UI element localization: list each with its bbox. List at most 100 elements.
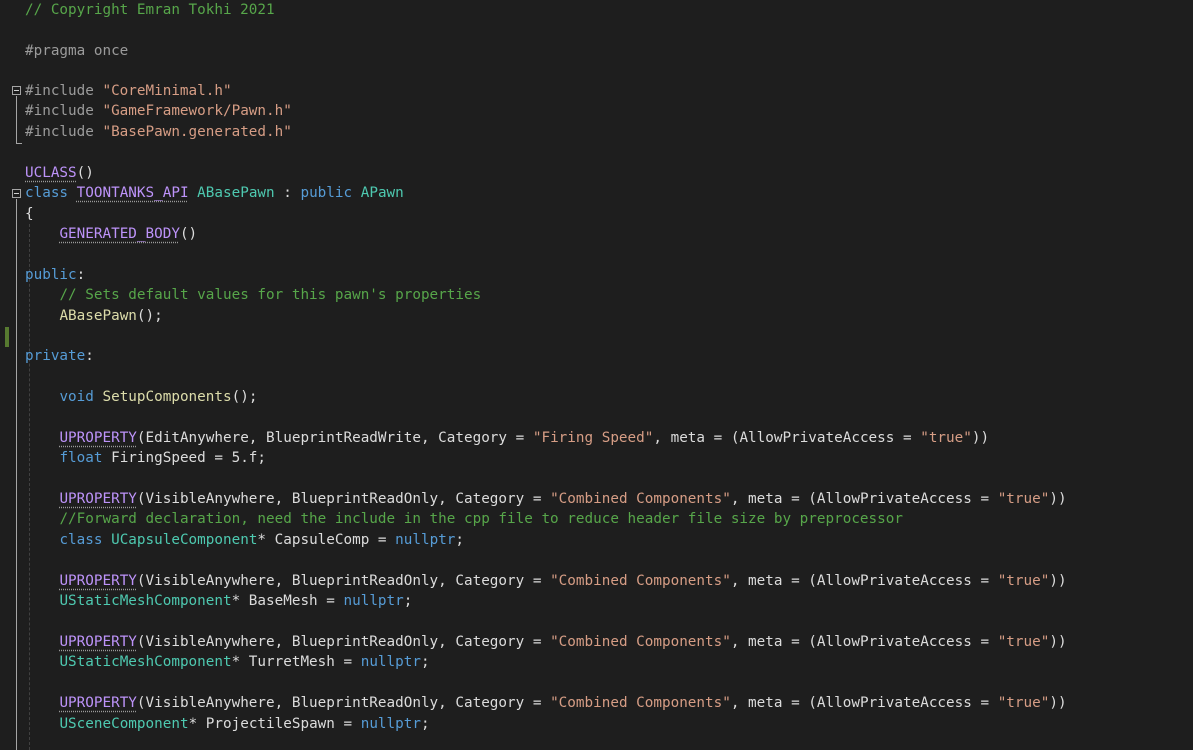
code-token: UStaticMeshComponent bbox=[59, 654, 232, 670]
code-editor[interactable]: // Copyright Emran Tokhi 2021 #pragma onc… bbox=[0, 0, 1193, 750]
code-token: UPROPERTY bbox=[59, 491, 137, 507]
code-token: () bbox=[179, 226, 198, 242]
code-token: )) bbox=[1049, 634, 1067, 650]
code-token: * BaseMesh = bbox=[231, 593, 344, 609]
code-token: )) bbox=[1049, 491, 1067, 507]
code-token: ABasePawn bbox=[59, 308, 137, 324]
code-line[interactable]: // Sets default values for this pawn's p… bbox=[25, 285, 481, 305]
code-token: private bbox=[25, 348, 86, 364]
code-token: #include bbox=[25, 103, 103, 119]
code-token: USceneComponent bbox=[59, 716, 189, 732]
code-line[interactable]: #include "GameFramework/Pawn.h" bbox=[25, 101, 292, 121]
code-line[interactable]: UStaticMeshComponent* TurretMesh = nullp… bbox=[25, 652, 430, 672]
code-token: void bbox=[59, 389, 94, 405]
code-token: * CapsuleComp = bbox=[257, 532, 396, 548]
code-token: (VisibleAnywhere, BlueprintReadOnly, Cat… bbox=[136, 573, 551, 589]
code-line[interactable]: public: bbox=[25, 265, 85, 285]
code-token: // Copyright Emran Tokhi 2021 bbox=[25, 2, 275, 18]
code-line[interactable]: UPROPERTY(VisibleAnywhere, BlueprintRead… bbox=[25, 489, 1067, 509]
code-line[interactable]: #include "CoreMinimal.h" bbox=[25, 81, 232, 101]
code-token: FiringSpeed = 5.f; bbox=[102, 450, 267, 466]
code-token: nullptr bbox=[360, 716, 421, 732]
code-line[interactable]: class TOONTANKS_API ABasePawn : public A… bbox=[25, 183, 404, 203]
code-token: public bbox=[25, 267, 77, 283]
collapse-class-icon[interactable] bbox=[12, 189, 21, 198]
code-token: UPROPERTY bbox=[59, 695, 137, 711]
code-token: , meta = (AllowPrivateAccess = bbox=[730, 491, 998, 507]
code-token: { bbox=[25, 206, 34, 222]
code-line[interactable]: class UCapsuleComponent* CapsuleComp = n… bbox=[25, 530, 464, 550]
code-token: class bbox=[59, 532, 103, 548]
code-line[interactable]: #include "BasePawn.generated.h" bbox=[25, 122, 292, 142]
code-token: nullptr bbox=[360, 654, 421, 670]
code-line[interactable]: //Forward declaration, need the include … bbox=[25, 509, 903, 529]
code-token: "Combined Components" bbox=[550, 634, 731, 650]
code-line[interactable]: UPROPERTY(VisibleAnywhere, BlueprintRead… bbox=[25, 571, 1067, 591]
code-line[interactable]: ABasePawn(); bbox=[25, 306, 163, 326]
code-token: )) bbox=[971, 430, 990, 446]
code-token: "GameFramework/Pawn.h" bbox=[102, 103, 292, 119]
code-line[interactable]: UPROPERTY(EditAnywhere, BlueprintReadWri… bbox=[25, 428, 989, 448]
code-token: "Firing Speed" bbox=[532, 430, 654, 446]
code-line[interactable]: private: bbox=[25, 346, 94, 366]
code-line[interactable]: UPROPERTY(VisibleAnywhere, BlueprintRead… bbox=[25, 693, 1066, 713]
code-line[interactable]: #pragma once bbox=[25, 41, 128, 61]
change-indicator bbox=[5, 327, 9, 347]
code-token: "true" bbox=[997, 634, 1050, 650]
code-token: : bbox=[85, 348, 94, 364]
code-token: , meta = (AllowPrivateAccess = bbox=[653, 430, 921, 446]
code-token: #include bbox=[25, 124, 103, 140]
code-token: UCapsuleComponent bbox=[111, 532, 258, 548]
code-token: APawn bbox=[360, 185, 404, 201]
collapse-includes-icon[interactable] bbox=[12, 86, 21, 95]
code-line[interactable]: UPROPERTY(VisibleAnywhere, BlueprintRead… bbox=[25, 632, 1067, 652]
code-line[interactable]: { bbox=[25, 204, 34, 224]
code-line[interactable]: UCLASS() bbox=[25, 163, 94, 183]
code-token: ; bbox=[420, 716, 430, 732]
code-token: ABasePawn bbox=[197, 185, 275, 201]
code-token: float bbox=[59, 450, 103, 466]
code-token: , meta = (AllowPrivateAccess = bbox=[730, 634, 998, 650]
code-token: )) bbox=[1049, 573, 1067, 589]
code-token: (); bbox=[231, 389, 258, 405]
code-token: ; bbox=[403, 593, 413, 609]
code-token: UPROPERTY bbox=[59, 430, 137, 446]
code-token: ; bbox=[420, 654, 430, 670]
code-token: * ProjectileSpawn = bbox=[188, 716, 361, 732]
code-line[interactable]: // Copyright Emran Tokhi 2021 bbox=[25, 0, 275, 20]
code-line[interactable]: UStaticMeshComponent* BaseMesh = nullptr… bbox=[25, 591, 412, 611]
code-token: "true" bbox=[920, 430, 972, 446]
code-line[interactable]: USceneComponent* ProjectileSpawn = nullp… bbox=[25, 714, 430, 734]
code-token: (EditAnywhere, BlueprintReadWrite, Categ… bbox=[136, 430, 533, 446]
code-line[interactable]: void SetupComponents(); bbox=[25, 387, 257, 407]
code-token: , meta = (AllowPrivateAccess = bbox=[730, 573, 998, 589]
code-token: UPROPERTY bbox=[59, 634, 137, 650]
code-token: // Sets default values for this pawn's p… bbox=[59, 287, 482, 303]
code-token: "BasePawn.generated.h" bbox=[102, 124, 292, 140]
code-token: (); bbox=[136, 308, 163, 324]
code-line[interactable]: float FiringSpeed = 5.f; bbox=[25, 448, 266, 468]
code-token: , meta = (AllowPrivateAccess = bbox=[730, 695, 998, 711]
code-token: SetupComponents bbox=[102, 389, 232, 405]
code-token: #include bbox=[25, 83, 103, 99]
code-token: (VisibleAnywhere, BlueprintReadOnly, Cat… bbox=[136, 491, 551, 507]
code-line[interactable]: GENERATED_BODY() bbox=[25, 224, 197, 244]
code-token: : bbox=[76, 267, 86, 283]
